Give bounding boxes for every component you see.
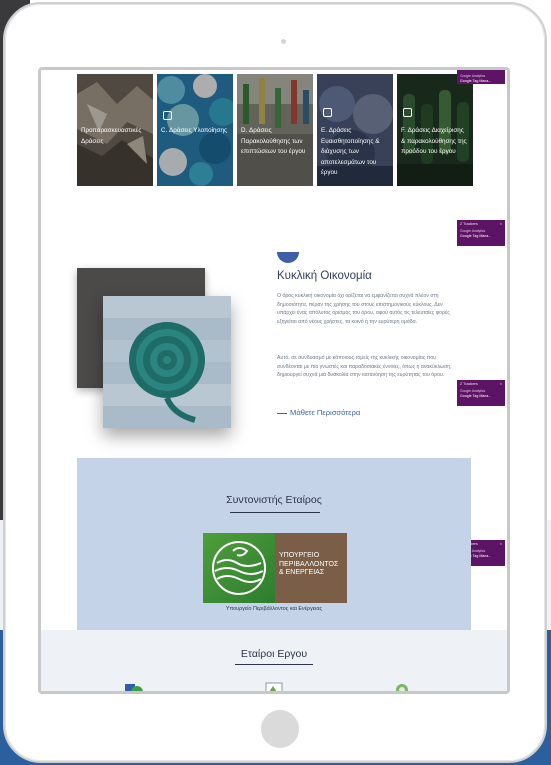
close-icon[interactable]: × [500, 222, 502, 227]
partner-logo-icon [125, 684, 143, 691]
tracker-subtitle: Google Analytics [460, 389, 486, 393]
card-management-actions[interactable]: F. Δράσεις Διαχείρισης & παρακολούθησης … [397, 74, 473, 186]
partner-logo-icon [265, 682, 283, 691]
wave-emblem-icon [212, 541, 266, 595]
coordinator-title: Συντονιστής Εταίρος [226, 494, 322, 506]
learn-more-link[interactable]: Μάθετε Περισσότερα [277, 408, 360, 417]
tablet-home-button[interactable] [261, 710, 299, 748]
ministry-logo-emblem [203, 533, 275, 603]
tracker-subtitle: Google Analytics [460, 229, 486, 233]
logo-line: ΠΕΡΙΒΑΛΛΟΝΤΟΣ [279, 560, 339, 568]
card-label: Προπαρασκευαστικές Δράσεις [81, 127, 142, 145]
tracker-badge[interactable]: 2 Trackers × Google Analytics Google Tag… [457, 220, 505, 246]
partner-logo-icon [396, 684, 408, 691]
tablet-camera [281, 39, 286, 44]
title-underline [235, 664, 313, 665]
circular-economy-paragraph: Ο όρος κυκλική οικονομία όχι ορίζεται να… [277, 293, 450, 325]
tracker-count: 2 Trackers × [460, 382, 502, 387]
tablet-screen: Προπαρασκευαστικές Δράσεις C. Δράσεις Υλ… [38, 67, 510, 694]
section-accent-dot [277, 252, 299, 263]
card-implementation-actions[interactable]: C. Δράσεις Υλοποίησης [157, 74, 233, 186]
card-label: C. Δράσεις Υλοποίησης [161, 127, 227, 134]
link-dash [277, 412, 287, 414]
actions-card-row: Προπαρασκευαστικές Δράσεις C. Δράσεις Υλ… [41, 70, 507, 210]
card-awareness-actions[interactable]: E. Δράσεις Ευαισθητοποίησης & διάχυσης τ… [317, 74, 393, 186]
learn-more-label: Μάθετε Περισσότερα [290, 408, 361, 417]
tracker-subtitle: Google Analytics [460, 74, 486, 78]
ministry-caption: Υπουργείο Περιβάλλοντος και Ενέργειας [225, 606, 323, 612]
card-label: E. Δράσεις Ευαισθητοποίησης & διάχυσης τ… [321, 127, 380, 176]
tracker-name: Google Tag Mana... [460, 79, 492, 83]
card-preparatory-actions[interactable]: Προπαρασκευαστικές Δράσεις [77, 74, 153, 186]
card-label: F. Δράσεις Διαχείρισης & παρακολούθησης … [401, 127, 467, 155]
website-viewport: Προπαρασκευαστικές Δράσεις C. Δράσεις Υλ… [41, 70, 507, 691]
close-icon[interactable]: × [500, 382, 502, 387]
circular-economy-paragraph: Αυτό, σε συνδυασμό με κάποιους τομείς τη… [277, 355, 452, 379]
tracker-name: Google Tag Mana... [460, 234, 492, 238]
tracker-badge[interactable]: 2 Trackers × Google Analytics Google Tag… [457, 380, 505, 406]
logo-line: & ΕΝΕΡΓΕΙΑΣ [279, 569, 325, 576]
partner-logo[interactable] [393, 682, 411, 691]
document-icon [403, 108, 412, 117]
circular-economy-title: Κυκλική Οικονομία [277, 270, 372, 282]
card-monitoring-actions[interactable]: D. Δράσεις Παρακολούθησης των επιπτώσεων… [237, 74, 313, 186]
rope-coil-image [103, 296, 231, 428]
title-underline [230, 512, 320, 513]
partner-logo[interactable] [125, 682, 143, 691]
logo-line: ΥΠΟΥΡΓΕΙΟ [279, 552, 320, 559]
partners-title: Εταίροι Εργου [240, 648, 308, 660]
rope-coil-illustration [103, 296, 231, 428]
card-label: D. Δράσεις Παρακολούθησης των επιπτώσεων… [241, 127, 306, 155]
close-icon[interactable]: × [500, 542, 502, 547]
tracker-name: Google Tag Mana... [460, 394, 492, 398]
ministry-logo[interactable]: ΥΠΟΥΡΓΕΙΟ ΠΕΡΙΒΑΛΛΟΝΤΟΣ & ΕΝΕΡΓΕΙΑΣ [203, 533, 347, 603]
partner-logo[interactable] [265, 682, 283, 691]
tracker-count: 2 Trackers × [460, 222, 502, 227]
document-icon [163, 111, 172, 120]
ministry-logo-text: ΥΠΟΥΡΓΕΙΟ ΠΕΡΙΒΑΛΛΟΝΤΟΣ & ΕΝΕΡΓΕΙΑΣ [279, 552, 338, 578]
document-icon [323, 108, 332, 117]
tracker-badge[interactable]: Google Analytics Google Tag Mana... [457, 70, 505, 84]
